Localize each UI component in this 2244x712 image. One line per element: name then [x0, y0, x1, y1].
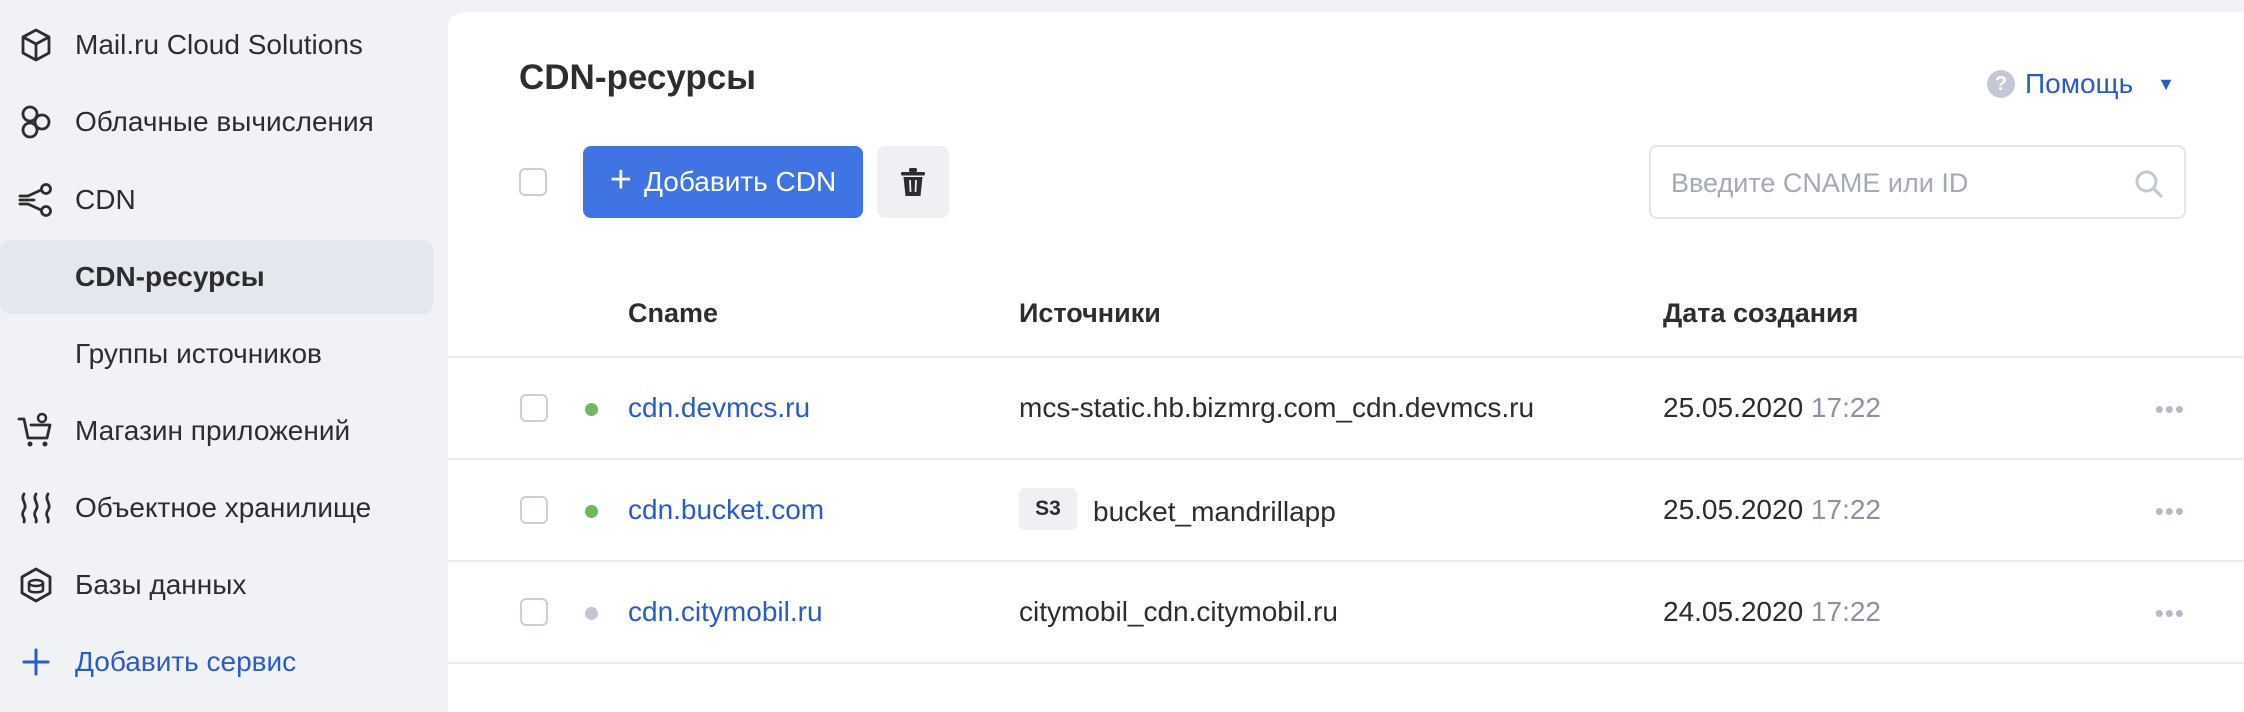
- delete-button[interactable]: [877, 146, 949, 218]
- status-dot: [585, 403, 598, 416]
- table-row[interactable]: cdn.devmcs.ru mcs-static.hb.bizmrg.com_c…: [448, 358, 2244, 460]
- search-icon[interactable]: [2134, 169, 2164, 199]
- sidebar-item-label: Базы данных: [75, 569, 247, 600]
- row-checkbox[interactable]: [520, 496, 548, 524]
- more-options-icon[interactable]: •••: [2155, 394, 2185, 425]
- column-header-cname[interactable]: Cname: [628, 298, 718, 329]
- page-title: CDN-ресурсы: [519, 58, 757, 97]
- table-header: Cname Источники Дата создания: [448, 282, 2244, 358]
- time-value: 17:22: [1810, 596, 1881, 627]
- select-all-checkbox[interactable]: [519, 168, 547, 196]
- source-text: bucket_mandrillapp: [1093, 496, 1336, 527]
- cart-icon: [17, 412, 52, 447]
- cname-link[interactable]: cdn.bucket.com: [628, 494, 824, 526]
- add-cdn-button[interactable]: + Добавить CDN: [583, 146, 863, 218]
- cname-link[interactable]: cdn.devmcs.ru: [628, 392, 810, 424]
- plus-icon: [22, 648, 50, 676]
- source-cell: S3 bucket_mandrillapp: [1019, 488, 1336, 530]
- storage-icon: [21, 492, 51, 524]
- sidebar-item-label: Группы источников: [75, 338, 322, 369]
- sidebar-item-mail-ru-cloud-solutions[interactable]: Mail.ru Cloud Solutions: [0, 8, 433, 82]
- created-date: 24.05.2020 17:22: [1663, 596, 1881, 628]
- sidebar-item-cloud-compute[interactable]: Облачные вычисления: [0, 85, 433, 159]
- sidebar-item-object-storage[interactable]: Объектное хранилище: [0, 471, 433, 545]
- sidebar-item-label: CDN-ресурсы: [75, 261, 265, 292]
- sidebar-item-app-store[interactable]: Магазин приложений: [0, 394, 433, 468]
- source-text: citymobil_cdn.citymobil.ru: [1019, 596, 1338, 627]
- sidebar-item-label: Добавить сервис: [75, 646, 297, 677]
- sidebar-item-label: CDN: [75, 184, 136, 215]
- sidebar-item-label: Облачные вычисления: [75, 106, 374, 137]
- table-row[interactable]: cdn.bucket.com S3 bucket_mandrillapp 25.…: [448, 460, 2244, 562]
- date-value: 25.05.2020: [1663, 494, 1804, 525]
- search-box: [1649, 145, 2186, 219]
- search-input[interactable]: [1671, 165, 2111, 201]
- sidebar: Mail.ru Cloud Solutions Облачные вычисле…: [0, 0, 450, 712]
- add-cdn-label: Добавить CDN: [644, 166, 837, 197]
- date-value: 25.05.2020: [1663, 392, 1804, 423]
- s3-badge: S3: [1019, 488, 1077, 530]
- sidebar-item-cdn[interactable]: CDN: [0, 163, 433, 237]
- source-text: mcs-static.hb.bizmrg.com_cdn.devmcs.ru: [1019, 392, 1535, 423]
- table-row[interactable]: cdn.citymobil.ru citymobil_cdn.citymobil…: [448, 562, 2244, 664]
- column-header-created[interactable]: Дата создания: [1663, 298, 1858, 329]
- source-cell: citymobil_cdn.citymobil.ru: [1019, 596, 1338, 628]
- chevron-down-icon: ▼: [2157, 73, 2175, 94]
- more-options-icon[interactable]: •••: [2155, 496, 2185, 527]
- cdn-icon: [18, 183, 52, 217]
- sidebar-item-origin-groups[interactable]: Группы источников: [0, 317, 433, 391]
- created-date: 25.05.2020 17:22: [1663, 392, 1881, 424]
- cloud-compute-icon: [21, 105, 51, 139]
- sidebar-item-label: Магазин приложений: [75, 415, 351, 446]
- time-value: 17:22: [1810, 494, 1881, 525]
- plus-icon: +: [609, 159, 632, 201]
- cube-icon: [21, 28, 51, 62]
- more-options-icon[interactable]: •••: [2155, 598, 2185, 629]
- help-label: Помощь: [2025, 68, 2134, 99]
- sidebar-item-label: Mail.ru Cloud Solutions: [75, 29, 363, 60]
- status-dot: [585, 505, 598, 518]
- row-checkbox[interactable]: [520, 598, 548, 626]
- time-value: 17:22: [1810, 392, 1881, 423]
- status-dot: [585, 607, 598, 620]
- help-dropdown[interactable]: ? Помощь ▼: [1987, 68, 2175, 100]
- sidebar-item-cdn-resources[interactable]: CDN-ресурсы: [0, 240, 433, 314]
- help-icon: ?: [1987, 70, 2016, 98]
- database-icon: [20, 567, 52, 603]
- date-value: 24.05.2020: [1663, 596, 1804, 627]
- trash-icon: [901, 168, 925, 196]
- row-checkbox[interactable]: [520, 394, 548, 422]
- source-cell: mcs-static.hb.bizmrg.com_cdn.devmcs.ru: [1019, 392, 1534, 424]
- main-panel: CDN-ресурсы ? Помощь ▼ + Добавить CDN Cn…: [448, 12, 2244, 712]
- sidebar-item-label: Объектное хранилище: [75, 492, 372, 523]
- sidebar-item-add-service[interactable]: Добавить сервис: [0, 625, 433, 699]
- sidebar-item-databases[interactable]: Базы данных: [0, 548, 433, 622]
- column-header-sources[interactable]: Источники: [1019, 298, 1161, 329]
- created-date: 25.05.2020 17:22: [1663, 494, 1881, 526]
- cname-link[interactable]: cdn.citymobil.ru: [628, 596, 823, 628]
